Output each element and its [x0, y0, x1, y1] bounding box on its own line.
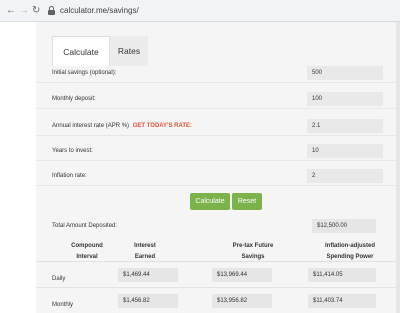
calculate-button[interactable]: Calculate [190, 193, 230, 210]
future-savings-cell: $13,956.82 [212, 294, 272, 308]
header-spending-power: Inflation-adjusted Spending Power [300, 241, 400, 263]
inflation-row: Inflation rate: 2 [36, 166, 400, 186]
address-bar[interactable]: calculator.me/savings/ [60, 5, 139, 16]
interest-rate-label-text: Annual interest rate (APR %) [52, 123, 130, 129]
reset-button[interactable]: Reset [232, 193, 262, 210]
interest-earned-cell: $1,456.82 [118, 294, 178, 308]
monthly-deposit-label: Monthly deposit: [52, 96, 96, 102]
monthly-deposit-input[interactable]: 100 [307, 92, 383, 106]
header-line: Interest [134, 243, 156, 249]
header-interest-earned: Interest Earned [110, 241, 180, 263]
interest-rate-input[interactable]: 2.1 [307, 119, 383, 133]
compound-interval-cell: Monthly [52, 302, 74, 308]
spending-power-cell: $11,414.05 [308, 268, 376, 282]
header-line: Pre-tax Future [232, 243, 274, 249]
tab-rates[interactable]: Rates [110, 36, 148, 66]
page-scrollbar[interactable] [396, 22, 400, 313]
total-deposited-label: Total Amount Deposited: [52, 223, 118, 229]
monthly-deposit-row: Monthly deposit: 100 [36, 89, 400, 109]
reload-icon[interactable]: ↻ [32, 4, 40, 18]
forward-arrow-icon[interactable]: → [19, 4, 29, 18]
browser-toolbar: ← → ↻ calculator.me/savings/ [0, 0, 400, 22]
table-row: Monthly $1,456.82 $13,956.82 $11,403.74 [36, 287, 400, 313]
future-savings-cell: $13,969.44 [212, 268, 272, 282]
inflation-input[interactable]: 2 [307, 169, 383, 183]
calculator-panel: Calculate Rates Initial savings (optiona… [36, 22, 400, 313]
header-line: Inflation-adjusted [325, 243, 375, 249]
years-row: Years to invest: 10 [36, 141, 400, 161]
years-input[interactable]: 10 [307, 144, 383, 158]
initial-savings-row: Initial savings (optional): 500 [36, 63, 400, 83]
interest-rate-label: Annual interest rate (APR %) GET TODAY'S… [52, 122, 192, 130]
interest-earned-cell: $1,469.44 [118, 268, 178, 282]
header-future-savings: Pre-tax Future Savings [208, 241, 298, 263]
back-arrow-icon[interactable]: ← [6, 4, 16, 18]
years-label: Years to invest: [52, 148, 93, 154]
initial-savings-label: Initial savings (optional): [52, 70, 117, 76]
initial-savings-input[interactable]: 500 [307, 66, 383, 80]
compound-interval-cell: Daily [52, 276, 66, 282]
total-deposited-value: $12,500.00 [312, 219, 376, 233]
spending-power-cell: $11,403.74 [308, 294, 376, 308]
inflation-label: Inflation rate: [52, 173, 87, 179]
interest-rate-row: Annual interest rate (APR %) GET TODAY'S… [36, 116, 400, 136]
todays-rate-link[interactable]: GET TODAY'S RATE: [133, 123, 192, 129]
tab-calculate[interactable]: Calculate [52, 36, 110, 66]
lock-icon [48, 6, 55, 15]
table-row: Daily $1,469.44 $13,969.44 $11,414.05 [36, 261, 400, 287]
total-deposited-row: Total Amount Deposited: $12,500.00 [36, 215, 400, 237]
